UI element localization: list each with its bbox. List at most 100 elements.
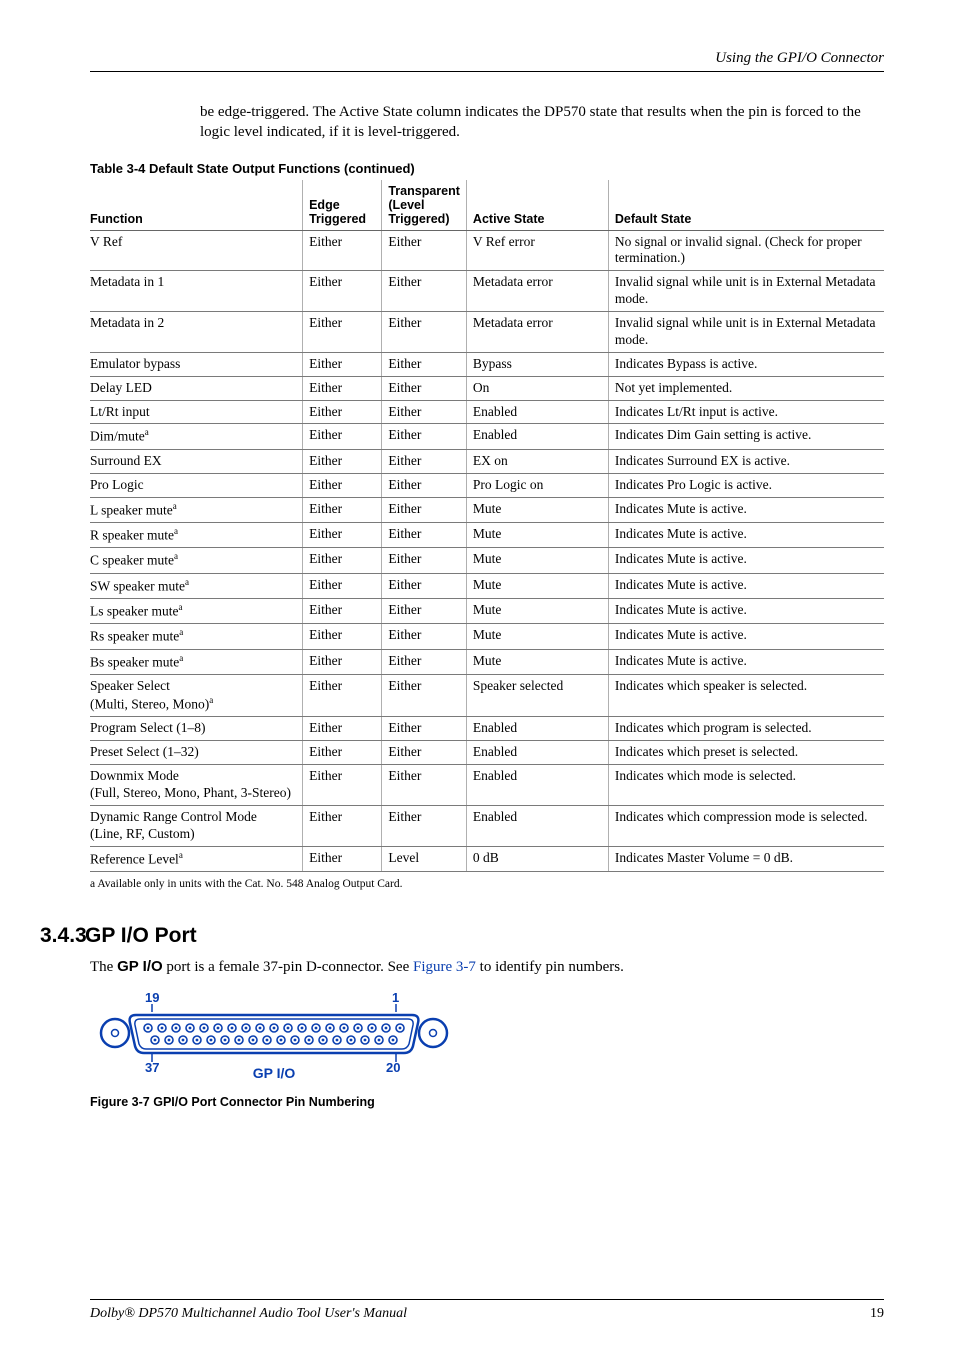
table-row: Surround EXEitherEitherEX onIndicates Su… [90,449,884,473]
cell-ds: Indicates which compression mode is sele… [608,805,884,846]
pin-label-37: 37 [145,1060,159,1075]
cell-tt: Either [382,497,467,522]
table-row: Emulator bypassEitherEitherBypassIndicat… [90,352,884,376]
pin-label-19: 19 [145,990,159,1005]
cell-function: Delay LED [90,376,303,400]
cell-tt: Either [382,741,467,765]
cell-et: Either [303,230,382,271]
cell-et: Either [303,649,382,674]
cell-as: Metadata error [466,312,608,353]
table-row: Bs speaker muteaEitherEitherMuteIndicate… [90,649,884,674]
table-row: Program Select (1–8)EitherEitherEnabledI… [90,717,884,741]
table-row: Delay LEDEitherEitherOnNot yet implement… [90,376,884,400]
cell-as: Enabled [466,717,608,741]
cell-ds: Indicates Mute is active. [608,573,884,598]
cell-function: Surround EX [90,449,303,473]
cell-as: Bypass [466,352,608,376]
cell-et: Either [303,473,382,497]
cell-function: Program Select (1–8) [90,717,303,741]
cell-et: Either [303,548,382,573]
cell-ds: Indicates Surround EX is active. [608,449,884,473]
gpio-table: Function Edge Triggered Transparent (Lev… [90,180,884,873]
cell-function: Downmix Mode(Full, Stereo, Mono, Phant, … [90,765,303,806]
cell-tt: Either [382,765,467,806]
table-row: C speaker muteaEitherEitherMuteIndicates… [90,548,884,573]
cell-ds: Indicates which mode is selected. [608,765,884,806]
cell-et: Either [303,449,382,473]
cell-et: Either [303,846,382,871]
cell-et: Either [303,400,382,424]
cell-as: Mute [466,649,608,674]
table-caption-num: Table 3-4 [90,161,145,176]
cell-function: C speaker mutea [90,548,303,573]
connector-diagram: 19 1 37 20 GP I/O [90,990,884,1085]
cell-as: Metadata error [466,271,608,312]
figure-caption: Figure 3-7 GPI/O Port Connector Pin Numb… [90,1095,884,1109]
cell-tt: Either [382,312,467,353]
table-row: Speaker Select(Multi, Stereo, Mono)a Eith… [90,675,884,717]
cell-as: Enabled [466,741,608,765]
cell-function: V Ref [90,230,303,271]
table-row: Metadata in 2EitherEitherMetadata errorI… [90,312,884,353]
cell-tt: Either [382,624,467,649]
cell-tt: Either [382,649,467,674]
cell-function: Speaker Select(Multi, Stereo, Mono)a [90,675,303,717]
cell-as: Mute [466,497,608,522]
cell-function: Dynamic Range Control Mode(Line, RF, Cus… [90,805,303,846]
port-sentence: The GP I/O port is a female 37-pin D-con… [90,958,884,976]
cell-et: Either [303,717,382,741]
cell-tt: Either [382,230,467,271]
cell-function: SW speaker mutea [90,573,303,598]
cell-tt: Either [382,400,467,424]
table-row: Dim/muteaEitherEitherEnabledIndicates Di… [90,424,884,449]
col-header-active: Active State [466,180,608,231]
cell-function: Lt/Rt input [90,400,303,424]
cell-function: Pro Logic [90,473,303,497]
cell-as: Speaker selected [466,675,608,717]
cell-et: Either [303,805,382,846]
table-row: Downmix Mode(Full, Stereo, Mono, Phant, … [90,765,884,806]
cell-tt: Either [382,573,467,598]
table-row: Lt/Rt inputEitherEitherEnabledIndicates … [90,400,884,424]
cell-as: V Ref error [466,230,608,271]
intro-paragraph: be edge-triggered. The Active State colu… [200,102,884,143]
figure-caption-num: Figure 3-7 [90,1095,150,1109]
col-header-transparent: Transparent (Level Triggered) [382,180,467,231]
cell-ds: Indicates Lt/Rt input is active. [608,400,884,424]
cell-ds: Indicates Bypass is active. [608,352,884,376]
cell-function: Ls speaker mutea [90,599,303,624]
cell-tt: Either [382,675,467,717]
cell-tt: Either [382,717,467,741]
cell-as: Mute [466,624,608,649]
cell-as: Enabled [466,805,608,846]
cell-tt: Either [382,599,467,624]
cell-tt: Either [382,271,467,312]
section-title: GP I/O Port [85,924,197,947]
cell-ds: Indicates Mute is active. [608,599,884,624]
cell-et: Either [303,497,382,522]
figure-link[interactable]: Figure 3-7 [413,959,476,975]
cell-ds: Indicates Mute is active. [608,548,884,573]
cell-as: Enabled [466,400,608,424]
cell-et: Either [303,624,382,649]
cell-et: Either [303,376,382,400]
cell-as: Pro Logic on [466,473,608,497]
cell-et: Either [303,599,382,624]
cell-tt: Either [382,376,467,400]
cell-as: Enabled [466,424,608,449]
cell-tt: Level [382,846,467,871]
table-row: Reference LevelaEitherLevel0 dBIndicates… [90,846,884,871]
cell-et: Either [303,741,382,765]
cell-et: Either [303,424,382,449]
connector-name: GP I/O [253,1065,296,1081]
cell-function: Preset Select (1–32) [90,741,303,765]
cell-function: Rs speaker mutea [90,624,303,649]
cell-ds: Indicates which program is selected. [608,717,884,741]
cell-tt: Either [382,449,467,473]
cell-as: Mute [466,548,608,573]
cell-ds: Indicates Mute is active. [608,624,884,649]
port-post: to identify pin numbers. [476,959,624,975]
port-bold: GP I/O [117,958,163,975]
pin-label-1: 1 [392,990,399,1005]
cell-as: Enabled [466,765,608,806]
